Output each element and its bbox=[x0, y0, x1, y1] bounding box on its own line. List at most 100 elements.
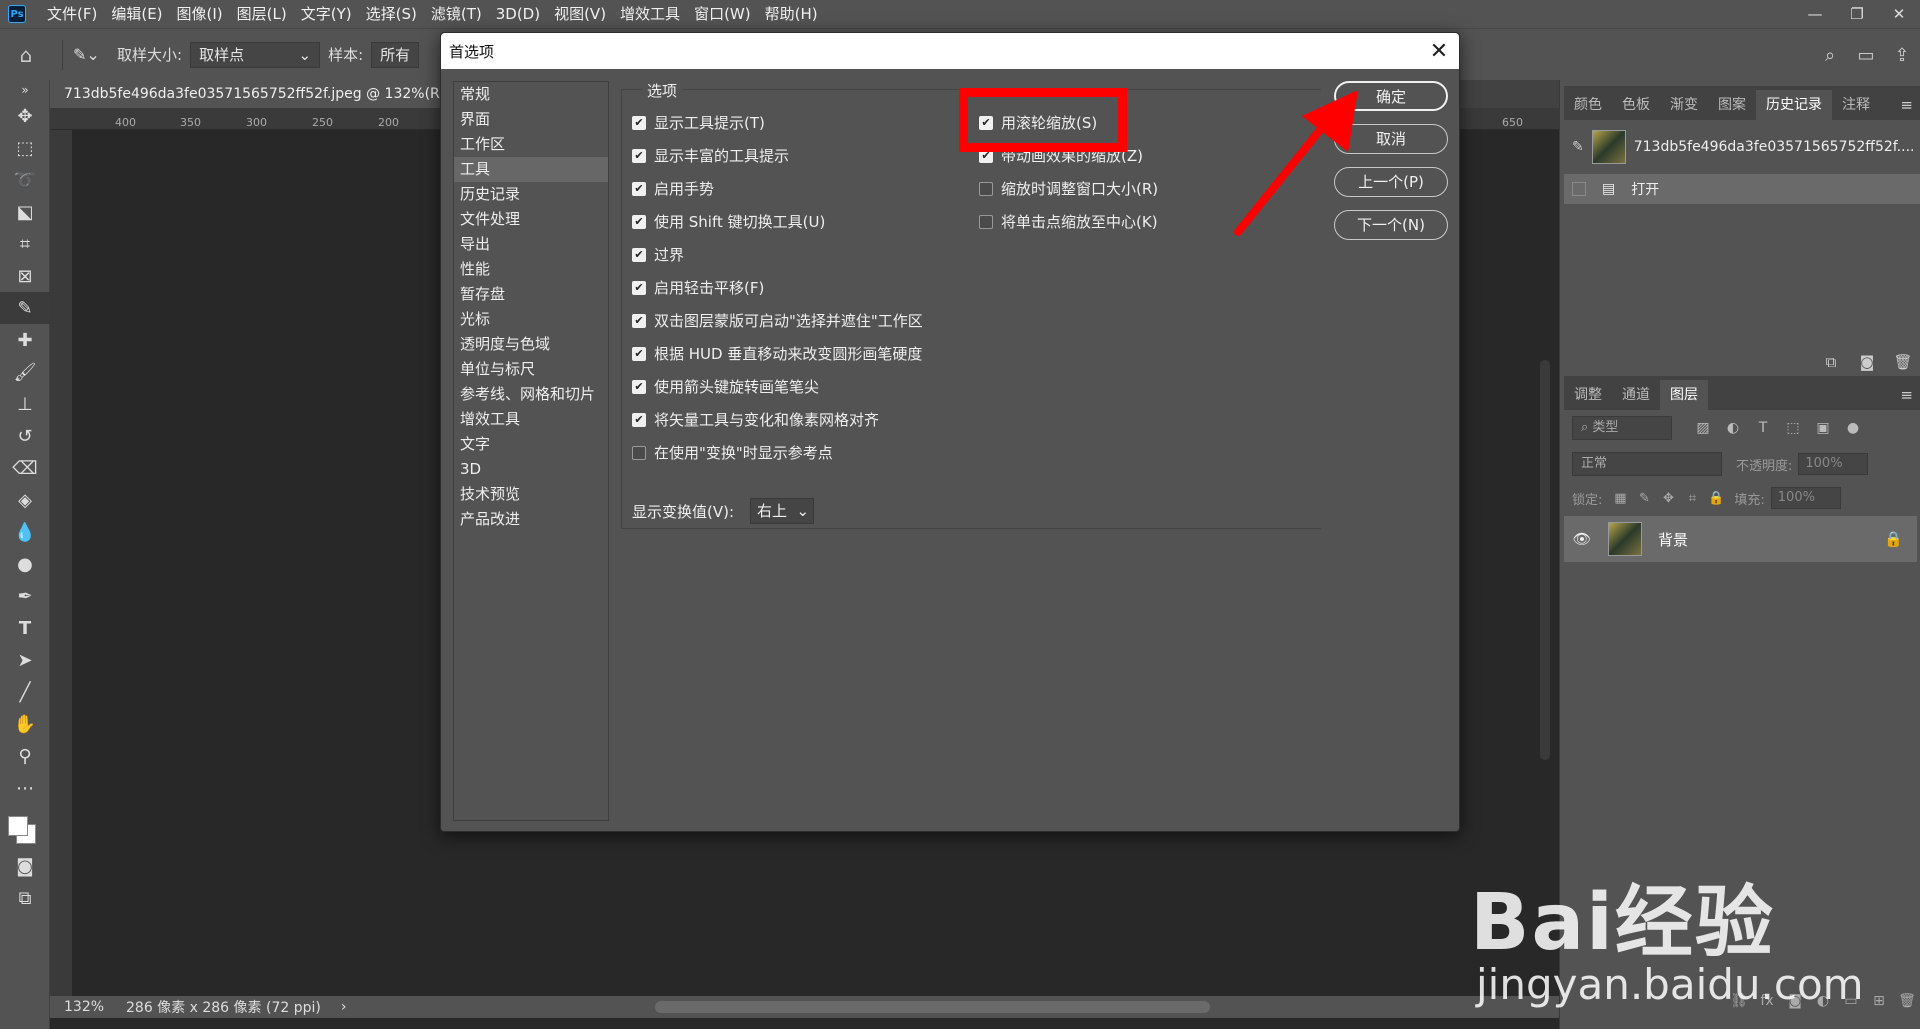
option-row[interactable]: ✔ 使用 Shift 键切换工具(U) bbox=[632, 211, 825, 232]
panel-menu-icon[interactable]: ≡ bbox=[1900, 90, 1920, 120]
shape-filter-icon[interactable]: ⬚ bbox=[1778, 420, 1808, 436]
search-icon[interactable]: ⌕ bbox=[1812, 45, 1848, 66]
trash-icon[interactable]: 🗑 bbox=[1885, 353, 1920, 371]
smart-object-filter-icon[interactable]: ▣ bbox=[1808, 420, 1838, 436]
frame-tool-icon[interactable]: ⊠ bbox=[0, 260, 50, 292]
checkbox-checked-icon[interactable]: ✔ bbox=[632, 181, 646, 196]
menu-view[interactable]: 视图(V) bbox=[547, 0, 613, 28]
option-row[interactable]: ✔ 将矢量工具与变化和像素网格对齐 bbox=[632, 409, 879, 430]
menu-type[interactable]: 文字(Y) bbox=[294, 0, 359, 28]
menu-layer[interactable]: 图层(L) bbox=[230, 0, 294, 28]
option-row[interactable]: ✔ 显示工具提示(T) bbox=[632, 112, 765, 133]
menu-image[interactable]: 图像(I) bbox=[170, 0, 230, 28]
pen-tool-icon[interactable]: ✒ bbox=[0, 580, 50, 612]
tab-patterns[interactable]: 图案 bbox=[1708, 90, 1756, 120]
layer-kind-select[interactable]: ⌕ 类型 bbox=[1572, 416, 1672, 440]
hand-tool-icon[interactable]: ✋ bbox=[0, 708, 50, 740]
object-select-tool-icon[interactable]: ⬕ bbox=[0, 196, 50, 228]
tab-color[interactable]: 颜色 bbox=[1564, 90, 1612, 120]
quick-mask-icon[interactable]: ◙ bbox=[0, 850, 50, 882]
menu-select[interactable]: 选择(S) bbox=[359, 0, 424, 28]
checkbox-checked-icon[interactable]: ✔ bbox=[632, 247, 646, 262]
panel-menu-icon[interactable]: ≡ bbox=[1900, 380, 1920, 410]
nav-item[interactable]: 工作区 bbox=[454, 132, 608, 157]
transform-select[interactable]: 右上 ⌄ bbox=[750, 498, 815, 524]
share-icon[interactable]: ⇪ bbox=[1884, 45, 1920, 66]
menu-file[interactable]: 文件(F) bbox=[40, 0, 104, 28]
nav-item[interactable]: 工具 bbox=[454, 157, 608, 182]
more-tools-icon[interactable]: ⋯ bbox=[0, 772, 50, 804]
dodge-tool-icon[interactable]: ● bbox=[0, 548, 50, 580]
restore-icon[interactable]: ❐ bbox=[1836, 0, 1878, 28]
color-swatches[interactable] bbox=[0, 810, 49, 850]
close-window-icon[interactable]: ✕ bbox=[1878, 0, 1920, 28]
nav-item[interactable]: 暂存盘 bbox=[454, 282, 608, 307]
option-row[interactable]: ✔ 启用轻击平移(F) bbox=[632, 277, 764, 298]
camera-icon[interactable]: ◙ bbox=[1849, 353, 1885, 371]
lock-position-icon[interactable]: ✥ bbox=[1656, 491, 1680, 506]
option-row[interactable]: 将单击点缩放至中心(K) bbox=[979, 211, 1158, 232]
document-tab[interactable]: 713db5fe496da3fe03571565752ff52f.jpeg @ … bbox=[50, 80, 442, 108]
tab-channels[interactable]: 通道 bbox=[1612, 380, 1660, 410]
blur-tool-icon[interactable]: 💧 bbox=[0, 516, 50, 548]
paint-bucket-tool-icon[interactable]: ◈ bbox=[0, 484, 50, 516]
checkbox-unchecked-icon[interactable] bbox=[632, 445, 646, 460]
nav-item[interactable]: 单位与标尺 bbox=[454, 357, 608, 382]
nav-item[interactable]: 历史记录 bbox=[454, 182, 608, 207]
collapse-icon[interactable]: » bbox=[0, 80, 50, 100]
history-brush-tool-icon[interactable]: ↺ bbox=[0, 420, 50, 452]
menu-edit[interactable]: 编辑(E) bbox=[104, 0, 169, 28]
nav-item[interactable]: 性能 bbox=[454, 257, 608, 282]
opacity-input[interactable]: 100% bbox=[1798, 453, 1869, 475]
nav-item[interactable]: 常规 bbox=[454, 82, 608, 107]
option-row[interactable]: ✔ 启用手势 bbox=[632, 178, 714, 199]
history-snapshot[interactable]: ✎ 713db5fe496da3fe03571565752ff52f.... bbox=[1564, 120, 1920, 174]
adjustment-filter-icon[interactable]: ◐ bbox=[1718, 420, 1748, 436]
home-icon[interactable]: ⌂ bbox=[0, 43, 52, 67]
filter-toggle-icon[interactable]: ● bbox=[1838, 420, 1868, 436]
nav-item[interactable]: 透明度与色域 bbox=[454, 332, 608, 357]
menu-help[interactable]: 帮助(H) bbox=[758, 0, 825, 28]
pixel-filter-icon[interactable]: ▨ bbox=[1688, 420, 1718, 436]
fill-input[interactable]: 100% bbox=[1770, 487, 1841, 509]
checkbox-checked-icon[interactable]: ✔ bbox=[632, 379, 646, 394]
new-document-from-state-icon[interactable]: ⧉ bbox=[1813, 353, 1849, 371]
layer-row[interactable]: 👁 背景 🔒 bbox=[1564, 516, 1917, 562]
eye-icon[interactable]: 👁 bbox=[1564, 530, 1600, 548]
nav-item[interactable]: 增效工具 bbox=[454, 407, 608, 432]
minimize-icon[interactable]: — bbox=[1794, 0, 1836, 28]
nav-item[interactable]: 文件处理 bbox=[454, 207, 608, 232]
option-row[interactable]: ✔ 过界 bbox=[632, 244, 684, 265]
tab-notes[interactable]: 注释 bbox=[1832, 90, 1880, 120]
checkbox-unchecked-icon[interactable] bbox=[979, 214, 993, 229]
workspace-icon[interactable]: ▭ bbox=[1848, 45, 1884, 66]
menu-window[interactable]: 窗口(W) bbox=[687, 0, 758, 28]
checkbox-unchecked-icon[interactable] bbox=[979, 181, 993, 196]
menu-3d[interactable]: 3D(D) bbox=[489, 0, 547, 28]
vertical-scrollbar[interactable] bbox=[1540, 360, 1550, 760]
type-filter-icon[interactable]: T bbox=[1748, 420, 1778, 436]
nav-item[interactable]: 参考线、网格和切片 bbox=[454, 382, 608, 407]
menu-filter[interactable]: 滤镜(T) bbox=[424, 0, 489, 28]
sample-size-select[interactable]: 取样点 ⌄ bbox=[190, 41, 321, 68]
line-tool-icon[interactable]: ╱ bbox=[0, 676, 50, 708]
healing-brush-tool-icon[interactable]: ✚ bbox=[0, 324, 50, 356]
tab-adjustments[interactable]: 调整 bbox=[1564, 380, 1612, 410]
option-row[interactable]: ✔ 根据 HUD 垂直移动来改变圆形画笔硬度 bbox=[632, 343, 922, 364]
lasso-tool-icon[interactable]: ➰ bbox=[0, 164, 50, 196]
tab-swatches[interactable]: 色板 bbox=[1612, 90, 1660, 120]
status-arrow-icon[interactable]: › bbox=[321, 999, 347, 1015]
close-icon[interactable]: ✕ bbox=[1419, 39, 1459, 64]
lock-pixels-icon[interactable]: ✎ bbox=[1632, 491, 1656, 506]
eyedropper-preset-icon[interactable]: ✎⌄ bbox=[73, 45, 109, 64]
lock-artboard-icon[interactable]: ⌗ bbox=[1680, 491, 1704, 506]
history-brush-source-icon[interactable]: ✎ bbox=[1572, 139, 1584, 155]
nav-item[interactable]: 3D bbox=[454, 457, 608, 482]
lock-transparent-icon[interactable]: ▦ bbox=[1608, 491, 1632, 506]
brush-tool-icon[interactable]: 🖌 bbox=[0, 356, 50, 388]
blend-mode-select[interactable]: 正常 bbox=[1572, 452, 1722, 476]
foreground-color-swatch[interactable] bbox=[8, 816, 28, 836]
option-row[interactable]: ✔ 显示丰富的工具提示 bbox=[632, 145, 789, 166]
checkbox-checked-icon[interactable]: ✔ bbox=[632, 148, 646, 163]
zoom-level[interactable]: 132% bbox=[50, 999, 112, 1015]
